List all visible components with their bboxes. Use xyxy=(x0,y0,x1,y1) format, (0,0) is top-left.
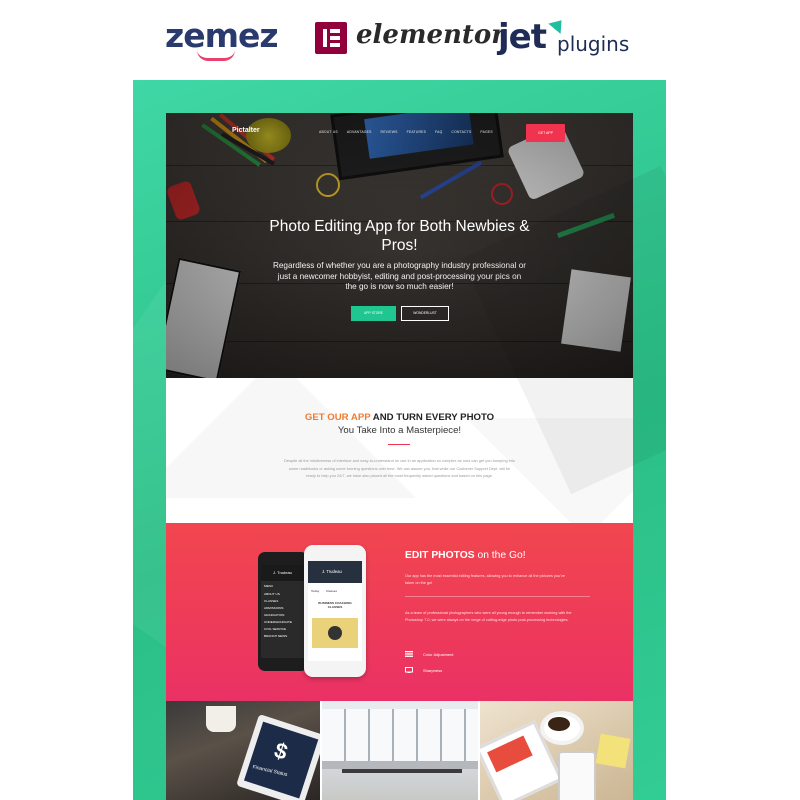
preview-frame: Pictalter ABOUT US ADVANTAGES REVIEWS FE… xyxy=(133,80,666,800)
get-app-subheading: You Take Into a Masterpiece! xyxy=(337,425,462,436)
green-pen-prop xyxy=(556,212,616,239)
nav-item-pages[interactable]: PAGES xyxy=(480,130,492,134)
phone-mockup-white: J. Trudeau Today Classes BUSINESS COACHI… xyxy=(304,545,366,677)
jet-logo: JET xyxy=(498,17,547,57)
elementor-icon xyxy=(315,22,347,54)
sharpness-icon xyxy=(405,667,413,673)
edit-photos-heading: EDIT PHOTOS on the Go! xyxy=(405,550,526,561)
heading-divider xyxy=(388,444,410,445)
color-adjustment-icon xyxy=(405,651,413,657)
get-app-section: GET OUR APP AND TURN EVERY PHOTO You Tak… xyxy=(166,378,633,523)
get-app-button[interactable]: GET APP xyxy=(526,124,565,142)
nav-item-contacts[interactable]: CONTACTS xyxy=(451,130,471,134)
brand-logo-strip: zemez elementor JET plugins xyxy=(0,0,800,80)
app-store-button[interactable]: APP STORE xyxy=(351,306,396,321)
photo-devices-coffee xyxy=(480,701,633,800)
site-nav: ABOUT US ADVANTAGES REVIEWS FEATURES FAQ… xyxy=(319,130,493,134)
website-preview: Pictalter ABOUT US ADVANTAGES REVIEWS FE… xyxy=(166,113,633,800)
nav-item-faq[interactable]: FAQ xyxy=(435,130,442,134)
hero-section: Pictalter ABOUT US ADVANTAGES REVIEWS FE… xyxy=(166,113,633,378)
site-logo[interactable]: Pictalter xyxy=(232,127,260,134)
get-app-paragraph: Despite all the intuitiveness of interfa… xyxy=(284,458,515,479)
photo-finance-tablet: $ Financial Status xyxy=(166,701,320,800)
elementor-logo: elementor xyxy=(356,20,505,50)
edit-photos-section: J. Trudeau MENU ABOUT US CLASSES ADMISSI… xyxy=(166,523,633,701)
edit-photos-paragraph-1: Our app has the most essential editing f… xyxy=(405,574,565,585)
secondary-button[interactable]: WONDERLUST xyxy=(401,306,449,321)
nav-item-features[interactable]: FEATURES xyxy=(407,130,426,134)
notebook-prop xyxy=(561,269,631,352)
edit-photos-paragraph-2: As a team of professional photographers … xyxy=(405,611,572,622)
feature-sharpness: Sharpness xyxy=(405,667,442,673)
nav-item-advantages[interactable]: ADVANTAGES xyxy=(347,130,372,134)
jet-plugins-logo-text: plugins xyxy=(557,32,630,56)
hero-text: Regardless of whether you are a photogra… xyxy=(272,261,527,291)
nav-item-reviews[interactable]: REVIEWS xyxy=(381,130,398,134)
photo-office xyxy=(322,701,478,800)
photo-gallery-strip: $ Financial Status xyxy=(166,701,633,800)
feature-color-adjustment: Color Adjustment xyxy=(405,651,453,657)
get-app-heading: GET OUR APP AND TURN EVERY PHOTO xyxy=(166,412,633,423)
edit-divider xyxy=(405,596,590,597)
zemez-logo-smile xyxy=(197,50,235,61)
get-app-heading-accent: GET OUR APP xyxy=(304,412,371,423)
get-app-heading-rest: AND TURN EVERY PHOTO xyxy=(370,412,495,423)
hero-title: Photo Editing App for Both Newbies & Pro… xyxy=(269,218,530,254)
nav-item-about[interactable]: ABOUT US xyxy=(319,130,338,134)
phone-mockup-dark: J. Trudeau MENU ABOUT US CLASSES ADMISSI… xyxy=(258,552,308,671)
